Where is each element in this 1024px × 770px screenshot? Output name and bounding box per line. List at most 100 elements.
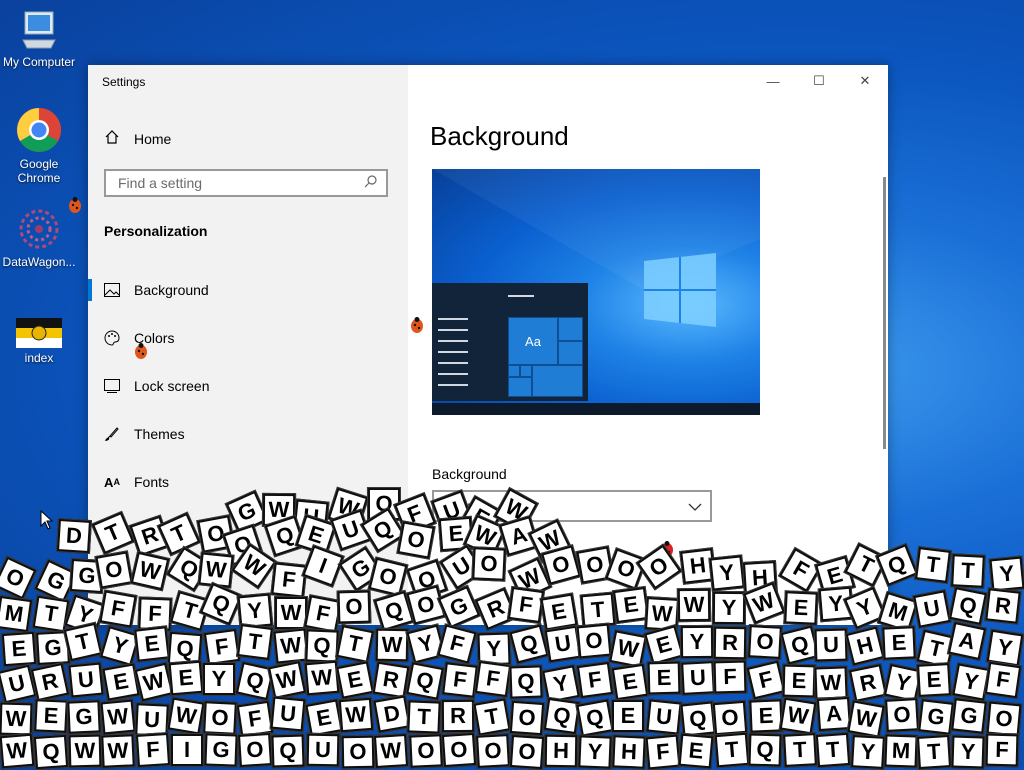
desktop-icon-label: index — [24, 351, 54, 365]
chevron-down-icon — [688, 498, 702, 514]
letter-tile: Q — [747, 732, 783, 768]
find-setting-search[interactable] — [104, 169, 388, 197]
letter-tile: W — [67, 733, 103, 769]
letter-tile: U — [912, 589, 952, 629]
letter-tile: Y — [541, 664, 581, 704]
desktop-icon-my-computer[interactable]: My Computer — [1, 10, 77, 69]
letter-tile: O — [340, 734, 376, 770]
letter-tile: Q — [166, 630, 204, 668]
close-button[interactable]: ✕ — [842, 65, 888, 97]
letter-tile: E — [133, 625, 171, 663]
letter-tile: M — [883, 733, 919, 769]
letter-tile: O — [236, 731, 274, 769]
letter-tile: W — [846, 699, 886, 739]
sidebar-item-background[interactable]: Background — [88, 269, 408, 311]
letter-tile: Q — [405, 661, 445, 701]
desktop-icon-datawagon[interactable]: DataWagon... — [1, 206, 77, 269]
letter-tile: U — [0, 663, 38, 705]
letter-tile: T — [814, 731, 852, 769]
letter-tile: O — [711, 699, 749, 737]
mouse-cursor-icon — [40, 510, 54, 530]
letter-tile: Y — [98, 624, 142, 668]
scrollbar[interactable] — [883, 177, 886, 449]
letter-tile: W — [374, 627, 410, 663]
letter-tile: W — [813, 665, 849, 701]
letter-tile: E — [781, 663, 817, 699]
letter-tile: T — [950, 553, 986, 589]
letter-tile: G — [917, 698, 955, 736]
letter-tile: G — [35, 630, 71, 666]
letter-tile: E — [0, 630, 38, 668]
letter-tile: R — [984, 587, 1022, 625]
sidebar-item-themes[interactable]: Themes — [88, 413, 408, 455]
letter-tile: U — [67, 661, 105, 699]
ladybug-icon — [661, 541, 673, 557]
letter-tile: W — [133, 661, 175, 703]
letter-tile: O — [408, 733, 444, 769]
letter-tile: Q — [508, 623, 550, 665]
sidebar-item-fonts[interactable]: AA Fonts — [88, 461, 408, 503]
letter-tile: Q — [779, 624, 821, 666]
letter-tile: U — [269, 695, 307, 733]
letter-tile: U — [305, 732, 341, 768]
letter-tile: Y — [950, 734, 986, 770]
search-input[interactable] — [116, 174, 364, 192]
letter-tile: Q — [270, 733, 306, 769]
letter-tile: O — [440, 731, 478, 769]
computer-icon — [19, 10, 59, 52]
background-label: Background — [432, 466, 507, 482]
background-dropdown-value: Picture — [444, 498, 488, 514]
letter-tile: W — [778, 696, 818, 736]
letter-tile: W — [337, 696, 375, 734]
letter-tile: Y — [951, 662, 991, 702]
letter-tile: W — [303, 659, 341, 697]
letter-tile: T — [914, 546, 952, 584]
letter-tile: F — [473, 659, 513, 699]
search-icon[interactable] — [364, 174, 378, 193]
brush-icon — [104, 426, 120, 442]
letter-tile: Q — [234, 660, 276, 702]
letter-tile: E — [643, 624, 685, 666]
sidebar-item-label: Lock screen — [134, 378, 210, 394]
letter-tile: Y — [882, 662, 924, 704]
letter-tile: F — [441, 661, 479, 699]
maximize-button[interactable]: ☐ — [796, 65, 842, 97]
letter-tile: O — [884, 697, 920, 733]
settings-window: Settings Home Personalization Background — [88, 65, 888, 625]
letter-tile: E — [610, 662, 650, 702]
letter-tile: E — [101, 662, 141, 702]
letter-tile: E — [916, 662, 952, 698]
letter-tile: E — [646, 660, 682, 696]
desktop-icon-label: DataWagon... — [2, 255, 76, 269]
minimize-button[interactable]: — — [750, 65, 796, 97]
letter-tile: R — [712, 625, 748, 661]
letter-tile: O — [0, 555, 38, 601]
letter-tile: T — [915, 733, 953, 770]
letter-tile: T — [62, 621, 104, 663]
desktop-icon-chrome[interactable]: Google Chrome — [1, 106, 77, 185]
letter-tile: F — [712, 659, 748, 695]
letter-tile: G — [203, 732, 239, 768]
home-nav[interactable]: Home — [104, 129, 171, 148]
background-preview: Aa — [432, 169, 760, 415]
preview-taskbar — [432, 403, 760, 415]
letter-tile: R — [29, 661, 71, 703]
letter-tile: W — [372, 732, 410, 770]
letter-tile: E — [748, 698, 784, 734]
window-title: Settings — [102, 75, 146, 89]
letter-tile: R — [847, 662, 889, 704]
letter-tile: W — [608, 629, 648, 669]
sidebar-item-lock-screen[interactable]: Lock screen — [88, 365, 408, 407]
letter-tile: W — [100, 733, 136, 769]
letter-tile: Q — [947, 585, 989, 627]
background-dropdown[interactable]: Picture — [432, 490, 712, 522]
letter-tile: H — [844, 625, 886, 667]
desktop-icon-label: My Computer — [2, 55, 76, 69]
letter-tile: T — [334, 623, 376, 665]
preview-tile: Aa — [508, 317, 558, 365]
letter-tile: F — [575, 660, 615, 700]
desktop-icon-index[interactable]: index — [1, 318, 77, 365]
letter-tile: Y — [476, 631, 512, 667]
letter-tile: Y — [985, 628, 1024, 668]
sidebar-item-label: Themes — [134, 426, 185, 442]
